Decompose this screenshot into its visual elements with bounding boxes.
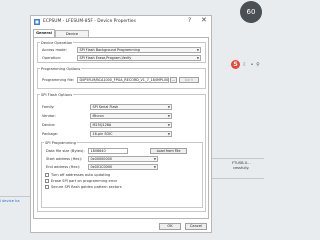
- package-value: 16-pin SOIC: [92, 132, 113, 136]
- app-icon: [34, 19, 40, 25]
- secure-golden-label: Secure SPI flash golden pattern sectors: [51, 184, 122, 189]
- programming-options-group: Programming Options Programming file: D0…: [37, 66, 206, 89]
- load-from-file-button[interactable]: Load from File: [150, 148, 187, 154]
- family-value: SPI Serial Flash: [92, 105, 119, 109]
- access-mode-label: Access mode:: [42, 48, 67, 52]
- browse-button[interactable]: ...: [170, 77, 177, 83]
- data-size-label: Data file size (Bytes):: [46, 149, 85, 153]
- bg-divider-left: [0, 196, 30, 197]
- bg-log-text-right-1: FTUSB-0...: [232, 161, 251, 165]
- operation-label: Operation:: [42, 56, 62, 60]
- erase-on-error-checkbox[interactable]: [45, 179, 49, 183]
- programming-options-title: Programming Options: [40, 66, 82, 71]
- spi-programming-title: SPI Programming: [44, 140, 77, 145]
- avatar[interactable]: 60: [240, 1, 262, 23]
- tshirt-icon[interactable]: ⚲: [255, 62, 261, 68]
- programming-file-input[interactable]: D0P5FLM/BCA1000_FPGA_RECORD_V1_7_18/IMPL…: [77, 77, 169, 83]
- cancel-button[interactable]: Cancel: [185, 223, 207, 230]
- auto-update-label: Turn off addresses auto updating: [51, 172, 111, 177]
- chevron-down-icon: ▼: [196, 48, 199, 52]
- general-panel: Device Operation Access mode: SPI Flash …: [33, 37, 209, 219]
- data-size-input[interactable]: 1808640: [88, 148, 128, 154]
- bg-log-text-right-2: cessfully.: [233, 166, 250, 170]
- operation-value: SPI Flash Erase,Program,Verify: [79, 56, 132, 60]
- title-bar[interactable]: ECPSUM - LFESUM-85F - Device Properties …: [31, 16, 211, 28]
- spi-programming-group: SPI Programming Data file size (Bytes): …: [41, 140, 203, 208]
- vendor-select[interactable]: Micron ▼: [90, 113, 172, 119]
- spi-flash-options-title: SPI Flash Options: [40, 92, 74, 97]
- device-operation-group: Device Operation Access mode: SPI Flash …: [37, 40, 206, 63]
- operation-select[interactable]: SPI Flash Erase,Program,Verify ▼: [77, 55, 201, 61]
- package-label: Package:: [42, 132, 59, 136]
- moon-icon[interactable]: ☾: [242, 62, 248, 68]
- device-properties-dialog: ECPSUM - LFESUM-85F - Device Properties …: [30, 15, 212, 233]
- chevron-down-icon: ▼: [153, 165, 156, 169]
- package-select[interactable]: 16-pin SOIC ▼: [90, 131, 172, 137]
- ok-button[interactable]: OK: [159, 223, 181, 230]
- end-address-label: End address (Hex):: [46, 165, 81, 169]
- sogou-ime-icon[interactable]: S: [231, 60, 240, 69]
- chevron-down-icon: ▼: [196, 56, 199, 60]
- spi-flash-options-group: SPI Flash Options Family: SPI Serial Fla…: [37, 92, 206, 212]
- access-mode-value: SPI Flash Background Programming: [79, 48, 140, 52]
- end-address-select[interactable]: 0x001C0000 ▼: [88, 164, 158, 170]
- device-value: M25Q128A: [92, 123, 112, 127]
- access-mode-select[interactable]: SPI Flash Background Programming ▼: [77, 47, 201, 53]
- chevron-down-icon: ▼: [167, 123, 170, 127]
- programming-file-label: Programming file:: [42, 78, 75, 82]
- help-button[interactable]: ?: [188, 17, 191, 24]
- secure-golden-checkbox[interactable]: [45, 185, 49, 189]
- end-address-value: 0x001C0000: [90, 165, 113, 169]
- device-label: Device:: [42, 123, 56, 127]
- chevron-down-icon: ▼: [167, 114, 170, 118]
- bg-divider-right: [212, 158, 264, 159]
- start-address-value: 0x00000000: [90, 157, 112, 161]
- tab-general[interactable]: General: [33, 29, 55, 37]
- chevron-down-icon: ▼: [167, 132, 170, 136]
- close-button[interactable]: ✕: [201, 16, 207, 24]
- window-title: ECPSUM - LFESUM-85F - Device Properties: [43, 19, 136, 24]
- device-select[interactable]: M25Q128A ▼: [90, 122, 172, 128]
- tab-device-information[interactable]: Device Information: [55, 30, 89, 42]
- vendor-value: Micron: [92, 114, 104, 118]
- auto-update-checkbox[interactable]: [45, 173, 49, 177]
- bg-log-text: l device ha: [0, 199, 20, 203]
- start-address-select[interactable]: 0x00000000 ▼: [88, 156, 158, 162]
- chevron-down-icon: ▼: [167, 105, 170, 109]
- start-address-label: Start address (Hex):: [46, 157, 83, 161]
- family-label: Family:: [42, 105, 55, 109]
- chevron-down-icon: ▼: [153, 157, 156, 161]
- bg-divider-right-2: [212, 178, 264, 179]
- erase-on-error-label: Erase SPI part on programming error: [51, 178, 118, 183]
- go-button[interactable]: Go!!!: [179, 77, 199, 83]
- family-select[interactable]: SPI Serial Flash ▼: [90, 104, 172, 110]
- vendor-label: Vendor:: [42, 114, 56, 118]
- device-operation-title: Device Operation: [40, 40, 74, 45]
